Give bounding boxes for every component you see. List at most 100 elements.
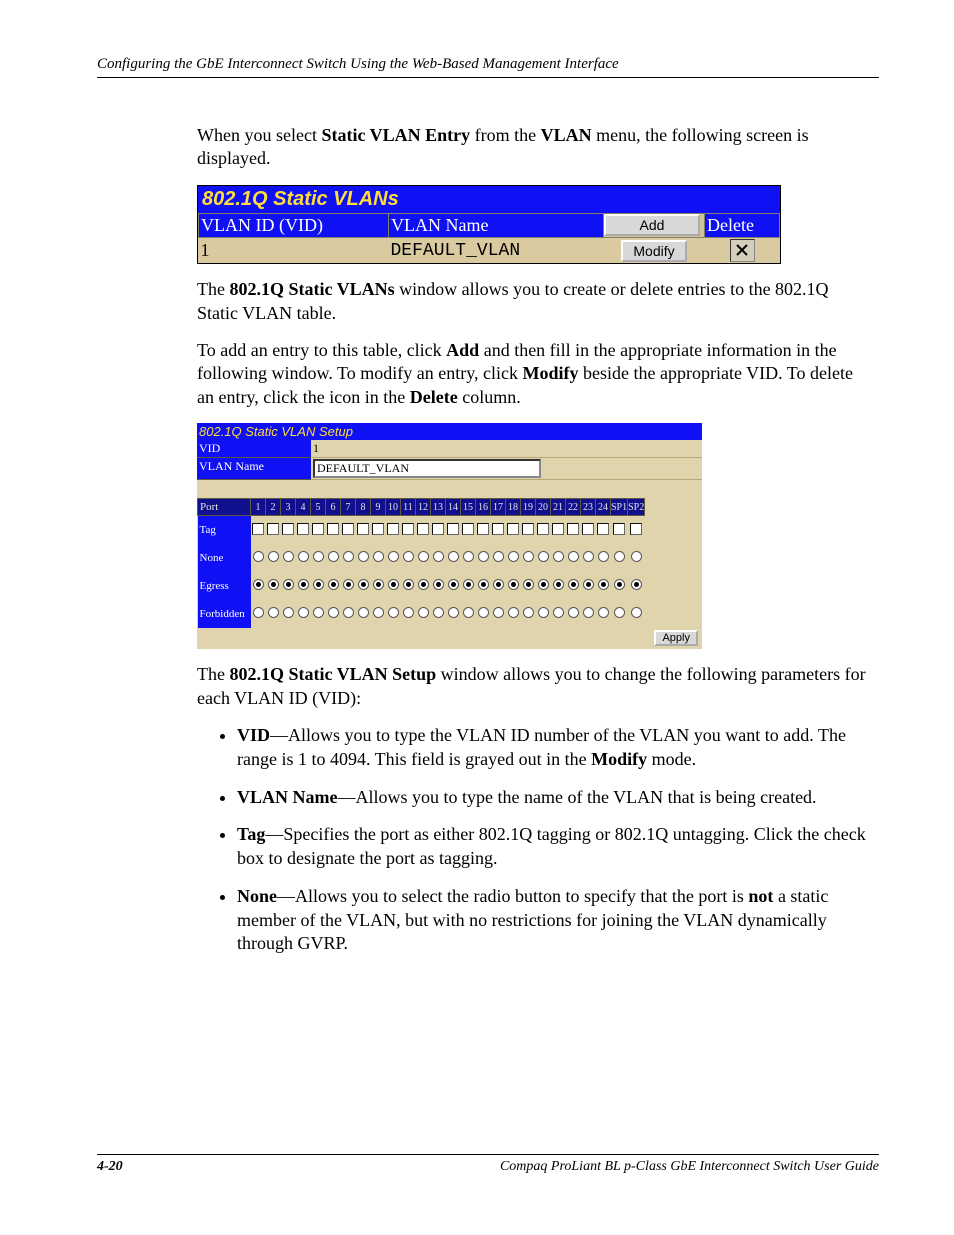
tag-checkbox[interactable]: [552, 523, 564, 535]
tag-checkbox[interactable]: [297, 523, 309, 535]
none-radio[interactable]: [268, 551, 279, 562]
forbidden-radio[interactable]: [631, 607, 642, 618]
forbidden-radio[interactable]: [418, 607, 429, 618]
egress-radio[interactable]: [268, 579, 279, 590]
egress-radio[interactable]: [403, 579, 414, 590]
forbidden-radio[interactable]: [553, 607, 564, 618]
none-radio[interactable]: [448, 551, 459, 562]
none-radio[interactable]: [583, 551, 594, 562]
egress-radio[interactable]: [614, 579, 625, 590]
forbidden-radio[interactable]: [433, 607, 444, 618]
forbidden-radio[interactable]: [538, 607, 549, 618]
egress-radio[interactable]: [568, 579, 579, 590]
tag-checkbox[interactable]: [402, 523, 414, 535]
none-radio[interactable]: [568, 551, 579, 562]
forbidden-radio[interactable]: [598, 607, 609, 618]
tag-checkbox[interactable]: [432, 523, 444, 535]
none-radio[interactable]: [358, 551, 369, 562]
forbidden-radio[interactable]: [298, 607, 309, 618]
apply-button[interactable]: Apply: [654, 630, 698, 646]
none-radio[interactable]: [463, 551, 474, 562]
none-radio[interactable]: [388, 551, 399, 562]
tag-checkbox[interactable]: [597, 523, 609, 535]
tag-checkbox[interactable]: [387, 523, 399, 535]
forbidden-radio[interactable]: [268, 607, 279, 618]
egress-radio[interactable]: [343, 579, 354, 590]
none-radio[interactable]: [253, 551, 264, 562]
forbidden-radio[interactable]: [373, 607, 384, 618]
forbidden-radio[interactable]: [343, 607, 354, 618]
egress-radio[interactable]: [373, 579, 384, 590]
egress-radio[interactable]: [328, 579, 339, 590]
forbidden-radio[interactable]: [614, 607, 625, 618]
egress-radio[interactable]: [631, 579, 642, 590]
add-button[interactable]: Add: [604, 214, 700, 236]
none-radio[interactable]: [283, 551, 294, 562]
tag-checkbox[interactable]: [312, 523, 324, 535]
forbidden-radio[interactable]: [493, 607, 504, 618]
tag-checkbox[interactable]: [282, 523, 294, 535]
egress-radio[interactable]: [448, 579, 459, 590]
forbidden-radio[interactable]: [478, 607, 489, 618]
none-radio[interactable]: [614, 551, 625, 562]
tag-checkbox[interactable]: [447, 523, 459, 535]
none-radio[interactable]: [313, 551, 324, 562]
none-radio[interactable]: [478, 551, 489, 562]
forbidden-radio[interactable]: [463, 607, 474, 618]
tag-checkbox[interactable]: [342, 523, 354, 535]
none-radio[interactable]: [373, 551, 384, 562]
forbidden-radio[interactable]: [403, 607, 414, 618]
none-radio[interactable]: [328, 551, 339, 562]
none-radio[interactable]: [598, 551, 609, 562]
egress-radio[interactable]: [508, 579, 519, 590]
tag-checkbox[interactable]: [327, 523, 339, 535]
none-radio[interactable]: [631, 551, 642, 562]
tag-checkbox[interactable]: [492, 523, 504, 535]
tag-checkbox[interactable]: [462, 523, 474, 535]
tag-checkbox[interactable]: [372, 523, 384, 535]
tag-checkbox[interactable]: [477, 523, 489, 535]
egress-radio[interactable]: [418, 579, 429, 590]
egress-radio[interactable]: [523, 579, 534, 590]
egress-radio[interactable]: [253, 579, 264, 590]
tag-checkbox[interactable]: [417, 523, 429, 535]
tag-checkbox[interactable]: [267, 523, 279, 535]
egress-radio[interactable]: [463, 579, 474, 590]
egress-radio[interactable]: [358, 579, 369, 590]
none-radio[interactable]: [493, 551, 504, 562]
tag-checkbox[interactable]: [582, 523, 594, 535]
forbidden-radio[interactable]: [583, 607, 594, 618]
vlan-name-input[interactable]: DEFAULT_VLAN: [313, 459, 541, 478]
forbidden-radio[interactable]: [253, 607, 264, 618]
egress-radio[interactable]: [298, 579, 309, 590]
forbidden-radio[interactable]: [523, 607, 534, 618]
none-radio[interactable]: [433, 551, 444, 562]
tag-checkbox[interactable]: [567, 523, 579, 535]
none-radio[interactable]: [508, 551, 519, 562]
forbidden-radio[interactable]: [328, 607, 339, 618]
delete-icon[interactable]: [730, 239, 755, 262]
tag-checkbox[interactable]: [537, 523, 549, 535]
forbidden-radio[interactable]: [568, 607, 579, 618]
none-radio[interactable]: [298, 551, 309, 562]
egress-radio[interactable]: [388, 579, 399, 590]
tag-checkbox[interactable]: [613, 523, 625, 535]
none-radio[interactable]: [523, 551, 534, 562]
forbidden-radio[interactable]: [358, 607, 369, 618]
none-radio[interactable]: [343, 551, 354, 562]
none-radio[interactable]: [403, 551, 414, 562]
tag-checkbox[interactable]: [252, 523, 264, 535]
egress-radio[interactable]: [583, 579, 594, 590]
forbidden-radio[interactable]: [313, 607, 324, 618]
tag-checkbox[interactable]: [507, 523, 519, 535]
tag-checkbox[interactable]: [357, 523, 369, 535]
none-radio[interactable]: [418, 551, 429, 562]
egress-radio[interactable]: [553, 579, 564, 590]
forbidden-radio[interactable]: [388, 607, 399, 618]
egress-radio[interactable]: [433, 579, 444, 590]
egress-radio[interactable]: [313, 579, 324, 590]
none-radio[interactable]: [538, 551, 549, 562]
forbidden-radio[interactable]: [283, 607, 294, 618]
egress-radio[interactable]: [493, 579, 504, 590]
tag-checkbox[interactable]: [522, 523, 534, 535]
